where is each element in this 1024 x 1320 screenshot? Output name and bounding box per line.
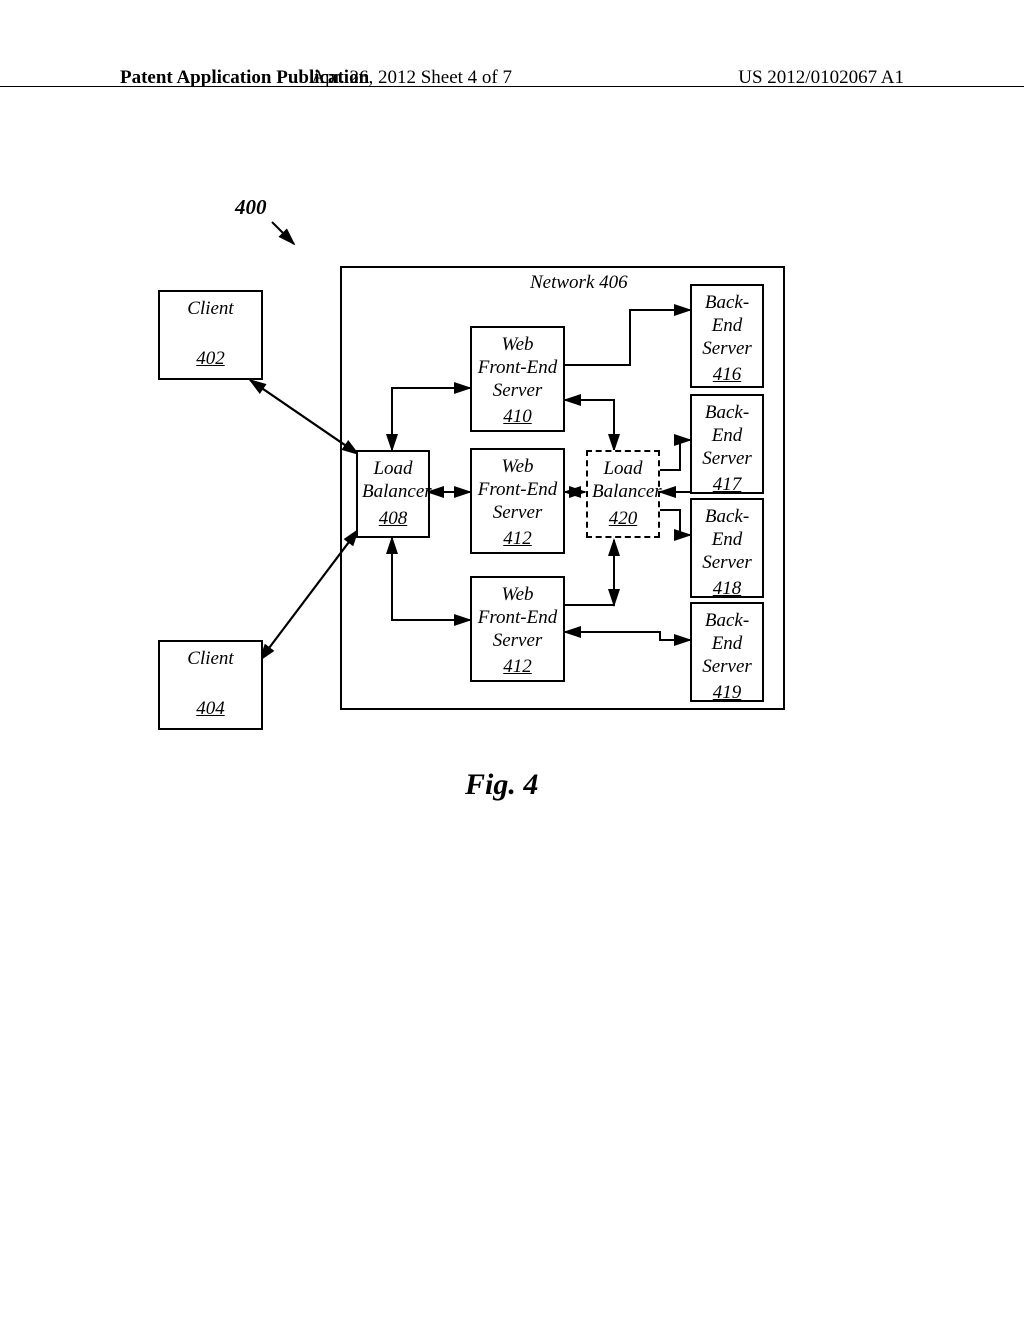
- network-title: Network 406: [530, 272, 628, 294]
- box-num: 412: [503, 656, 532, 679]
- box-wfe-412a: Web Front-End Server 412: [470, 448, 565, 554]
- box-load-balancer-420: Load Balancer 420: [586, 450, 660, 538]
- box-num: 404: [196, 698, 225, 721]
- box-num: 412: [503, 528, 532, 551]
- box-num: 416: [713, 364, 742, 387]
- box-label: Client: [187, 648, 233, 669]
- box-label: Web Front-End Server: [478, 334, 558, 401]
- box-client-404: Client 404: [158, 640, 263, 730]
- box-wfe-410: Web Front-End Server 410: [470, 326, 565, 432]
- box-num: 419: [713, 682, 742, 705]
- box-be-419: Back- End Server 419: [690, 602, 764, 702]
- box-num: 420: [609, 508, 638, 531]
- box-label: Back- End Server: [702, 292, 752, 359]
- box-client-402: Client 402: [158, 290, 263, 380]
- box-label: Web Front-End Server: [478, 456, 558, 523]
- box-wfe-412b: Web Front-End Server 412: [470, 576, 565, 682]
- figure-caption: Fig. 4: [465, 768, 538, 802]
- box-be-416: Back- End Server 416: [690, 284, 764, 388]
- box-num: 418: [713, 578, 742, 601]
- box-load-balancer-408: Load Balancer 408: [356, 450, 430, 538]
- box-label: Back- End Server: [702, 506, 752, 573]
- box-label: Load Balancer: [362, 458, 432, 502]
- box-num: 410: [503, 406, 532, 429]
- box-num: 417: [713, 474, 742, 497]
- box-label: Client: [187, 298, 233, 319]
- box-label: Load Balancer: [592, 458, 662, 502]
- box-label: Back- End Server: [702, 610, 752, 677]
- box-num: 402: [196, 348, 225, 371]
- box-label: Back- End Server: [702, 402, 752, 469]
- box-be-417: Back- End Server 417: [690, 394, 764, 494]
- box-num: 408: [379, 508, 408, 531]
- box-be-418: Back- End Server 418: [690, 498, 764, 598]
- box-label: Web Front-End Server: [478, 584, 558, 651]
